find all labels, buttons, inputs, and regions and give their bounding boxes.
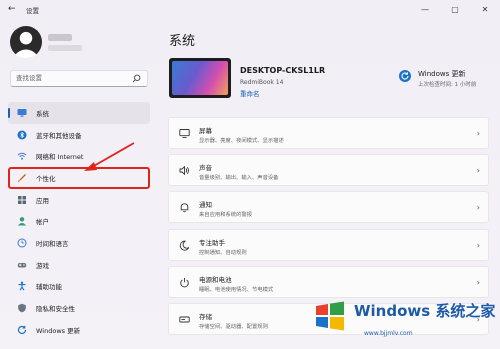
sidebar-item-apps[interactable]: 应用 [8,189,150,211]
windows-update-icon [17,325,27,335]
apps-icon [17,195,27,205]
sidebar-item-label: 个性化 [36,174,56,183]
card-power-battery[interactable]: 电源和电池 睡眠、电池使用情况、节电模式 › [168,265,489,298]
chevron-right-icon: › [476,203,480,213]
card-subtitle: 控制通知、自动规则 [199,249,247,256]
sound-icon [179,165,190,176]
app-title: 设置 [26,7,39,15]
minimize-button[interactable]: — [410,0,440,18]
search-icon[interactable] [132,74,141,83]
card-notifications[interactable]: 通知 来自应用和系统的警报 › [168,191,489,224]
back-arrow-icon[interactable]: ← [8,4,20,14]
brush-icon [17,173,27,183]
card-title: 存储 [199,312,212,321]
chevron-right-icon: › [476,166,480,176]
chevron-right-icon: › [476,277,480,287]
card-title: 专注助手 [199,238,225,247]
device-image [169,58,231,98]
card-title: 声音 [199,164,212,173]
account-icon [17,216,27,226]
device-model: RedmiBook 14 [240,79,284,86]
card-sound[interactable]: 声音 音量级别、输出、输入、声音设备 › [168,154,489,187]
card-display[interactable]: 屏幕 显示器、亮度、夜间模式、显示描述 › [168,117,489,149]
sidebar-item-system[interactable]: 系统 [8,102,150,124]
sidebar-item-label: 应用 [36,196,49,205]
sidebar-item-label: 隐私和安全性 [36,305,75,314]
storage-icon [179,314,190,325]
sidebar-item-label: 蓝牙和其他设备 [36,131,82,140]
sidebar-item-accessibility[interactable]: 辅助功能 [8,276,150,298]
search-input[interactable]: 查找设置 [10,70,148,87]
windows-update-subtitle: 上次检查时间: 1 小时前 [418,82,477,88]
gamepad-icon [17,260,27,270]
chevron-right-icon: › [476,240,480,250]
card-subtitle: 睡眠、电池使用情况、节电模式 [199,286,274,293]
card-title: 电源和电池 [199,275,232,284]
sidebar-item-accounts[interactable]: 帐户 [8,210,150,232]
accessibility-icon [17,281,27,291]
page-title: 系统 [169,34,196,49]
sidebar-item-windows-update[interactable]: Windows 更新 [8,319,150,341]
sidebar-item-privacy[interactable]: 隐私和安全性 [8,297,150,319]
globe-clock-icon [17,238,27,248]
device-name: DESKTOP-CKSL1LR [240,66,326,75]
windows-update-title[interactable]: Windows 更新 [418,69,465,79]
search-placeholder: 查找设置 [16,74,42,82]
sidebar-item-label: 帐户 [36,218,49,227]
display-icon [179,128,190,139]
sidebar-item-label: 辅助功能 [36,283,62,292]
card-title: 屏幕 [199,127,212,135]
card-subtitle: 显示器、亮度、夜间模式、显示描述 [199,138,284,144]
avatar[interactable] [10,26,42,58]
power-icon [179,277,190,288]
shield-icon [17,303,27,313]
title-bar: ← 设置 — ▢ ✕ [0,0,500,18]
sidebar-item-label: 游戏 [36,261,49,270]
watermark-text: Windows 系统之家 [354,302,496,320]
card-title: 通知 [199,201,212,210]
maximize-button[interactable]: ▢ [440,0,470,18]
chevron-right-icon: › [476,129,480,138]
windows-logo-icon [316,301,344,331]
user-email-blurred [48,45,82,51]
windows-update-icon[interactable] [399,70,411,82]
watermark: Windows 系统之家 www.bjjmlv.com [302,296,498,346]
sidebar-item-gaming[interactable]: 游戏 [8,254,150,276]
window-controls: — ▢ ✕ [410,0,500,18]
user-name-blurred [48,34,72,41]
bell-icon [179,202,190,213]
card-subtitle: 存储空间、驱动器、配置规则 [199,323,268,330]
bluetooth-icon [17,130,27,140]
close-button[interactable]: ✕ [470,0,500,18]
sidebar-item-label: 时间和语言 [36,239,69,248]
red-arrow-annotation [84,142,135,171]
sidebar-item-label: Windows 更新 [36,326,81,335]
moon-icon [179,240,190,251]
rename-link[interactable]: 重命名 [240,88,260,98]
sidebar-item-label: 系统 [36,109,49,118]
sidebar-nav: 系统 蓝牙和其他设备 网络和 Internet 个性化 应用 帐户 时间和语言 … [8,102,150,341]
network-icon [17,151,27,161]
watermark-url: www.bjjmlv.com [364,330,413,337]
card-focus-assist[interactable]: 专注助手 控制通知、自动规则 › [168,228,489,261]
monitor-icon [17,108,27,118]
card-subtitle: 来自应用和系统的警报 [199,212,252,219]
card-subtitle: 音量级别、输出、输入、声音设备 [199,175,279,182]
sidebar-item-time-language[interactable]: 时间和语言 [8,232,150,254]
